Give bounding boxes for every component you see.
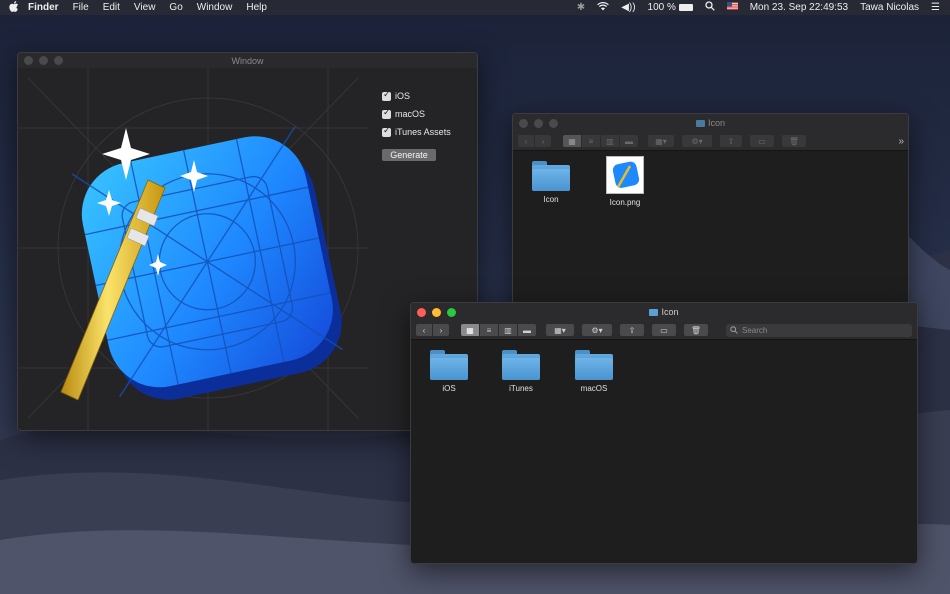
menu-go[interactable]: Go bbox=[169, 2, 182, 13]
option-ios[interactable]: iOS bbox=[382, 89, 451, 101]
search-icon bbox=[730, 326, 738, 334]
menu-view[interactable]: View bbox=[134, 2, 156, 13]
bluetooth-icon[interactable]: ✱ bbox=[577, 2, 585, 13]
back-button[interactable]: ‹ bbox=[518, 135, 534, 147]
option-label: iTunes Assets bbox=[395, 127, 451, 137]
item-label: macOS bbox=[580, 384, 608, 393]
menu-app-name[interactable]: Finder bbox=[28, 2, 59, 13]
apple-icon[interactable] bbox=[0, 0, 28, 15]
generate-button[interactable]: Generate bbox=[382, 149, 436, 161]
folder-icon bbox=[649, 309, 659, 317]
flag-icon[interactable] bbox=[726, 2, 738, 13]
toolbar-overflow-icon[interactable]: » bbox=[898, 136, 904, 147]
share-icon[interactable]: ⇧ bbox=[720, 135, 742, 147]
action-gear-icon[interactable]: ⚙▾ bbox=[582, 324, 612, 336]
file-area: Icon Icon.png bbox=[513, 151, 908, 312]
icon-generator-window: Window ✓ iOS ✓ macOS ✓ iTunes Assets Gen… bbox=[17, 52, 478, 431]
titlebar[interactable]: Window bbox=[18, 53, 477, 68]
group-by-button[interactable]: ▦▾ bbox=[648, 135, 674, 147]
search-placeholder: Search bbox=[742, 325, 768, 335]
zoom-button[interactable] bbox=[447, 307, 456, 317]
back-button[interactable]: ‹ bbox=[416, 324, 432, 336]
folder-icon bbox=[502, 350, 540, 380]
option-itunes-assets[interactable]: iTunes Assets bbox=[382, 125, 451, 137]
finder-window-icon-back: Icon ‹ › ▦ ≡ ▥ ▬ ▦▾ ⚙▾ ⇧ ▭ 🗑 » Icon Icon.… bbox=[512, 113, 909, 313]
zoom-button[interactable] bbox=[54, 56, 63, 65]
item-label: Icon.png bbox=[609, 198, 641, 207]
window-title: Icon bbox=[411, 307, 917, 317]
item-label: Icon bbox=[543, 195, 559, 204]
menu-window[interactable]: Window bbox=[197, 2, 233, 13]
wifi-icon[interactable] bbox=[597, 1, 610, 14]
volume-icon[interactable]: ◀)) bbox=[621, 2, 635, 13]
search-field[interactable]: Search bbox=[726, 323, 912, 337]
action-gear-icon[interactable]: ⚙▾ bbox=[682, 135, 712, 147]
new-folder-icon[interactable]: ▭ bbox=[652, 324, 676, 336]
group-by-button[interactable]: ▦▾ bbox=[546, 324, 574, 336]
titlebar[interactable]: Icon bbox=[411, 303, 917, 321]
list-item[interactable]: iOS bbox=[419, 350, 479, 393]
folder-icon bbox=[430, 350, 468, 380]
clock[interactable]: Mon 23. Sep 22:49:53 bbox=[750, 2, 848, 13]
menu-file[interactable]: File bbox=[73, 2, 89, 13]
item-label: iOS bbox=[442, 384, 456, 393]
gallery-view-button[interactable]: ▬ bbox=[620, 135, 638, 147]
close-button[interactable] bbox=[417, 307, 426, 317]
minimize-button[interactable] bbox=[39, 56, 48, 65]
trash-icon[interactable]: 🗑 bbox=[782, 135, 806, 147]
titlebar[interactable]: Icon bbox=[513, 114, 908, 132]
share-icon[interactable]: ⇧ bbox=[620, 324, 644, 336]
list-item[interactable]: iTunes bbox=[491, 350, 551, 393]
new-folder-icon[interactable]: ▭ bbox=[750, 135, 774, 147]
folder-icon bbox=[695, 120, 705, 128]
trash-icon[interactable]: 🗑 bbox=[684, 324, 708, 336]
itunes-assets-checkbox[interactable] bbox=[382, 125, 391, 137]
item-label: iTunes bbox=[509, 384, 533, 393]
list-view-button[interactable]: ≡ bbox=[582, 135, 600, 147]
option-label: iOS bbox=[395, 91, 411, 101]
menu-bar: Finder File Edit View Go Window Help ✱ ◀… bbox=[0, 0, 950, 15]
battery-status[interactable]: 100 % bbox=[648, 2, 693, 13]
spotlight-icon[interactable] bbox=[705, 1, 715, 14]
options-panel: iOS macOS iTunes Assets Generate bbox=[382, 89, 451, 163]
close-button[interactable] bbox=[24, 56, 33, 65]
zoom-button[interactable] bbox=[549, 118, 558, 128]
forward-button[interactable]: › bbox=[535, 135, 551, 147]
notification-center-icon[interactable]: ☰ bbox=[931, 2, 940, 13]
finder-window-icon-front: Icon ‹ › ▦ ≡ ▥ ▬ ▦▾ ⚙▾ ⇧ ▭ 🗑 Search iOS i… bbox=[410, 302, 918, 564]
list-item[interactable]: Icon bbox=[521, 161, 581, 204]
column-view-button[interactable]: ▥ bbox=[601, 135, 619, 147]
status-area: ✱ ◀)) 100 % Mon 23. Sep 22:49:53 Tawa Ni… bbox=[577, 1, 950, 14]
icon-preview bbox=[18, 68, 368, 430]
column-view-button[interactable]: ▥ bbox=[499, 324, 517, 336]
user-name[interactable]: Tawa Nicolas bbox=[860, 2, 919, 13]
ios-checkbox[interactable] bbox=[382, 89, 391, 101]
menu-edit[interactable]: Edit bbox=[103, 2, 120, 13]
finder-toolbar: ‹ › ▦ ≡ ▥ ▬ ▦▾ ⚙▾ ⇧ ▭ 🗑 Search bbox=[411, 321, 917, 340]
image-file-icon bbox=[606, 156, 644, 194]
window-title: Window bbox=[231, 55, 264, 66]
window-title: Icon bbox=[513, 118, 908, 128]
list-view-button[interactable]: ≡ bbox=[480, 324, 498, 336]
folder-icon bbox=[532, 161, 570, 191]
battery-icon bbox=[678, 3, 693, 11]
option-label: macOS bbox=[395, 109, 426, 119]
icon-view-button[interactable]: ▦ bbox=[461, 324, 479, 336]
icon-view-button[interactable]: ▦ bbox=[563, 135, 581, 147]
menu-help[interactable]: Help bbox=[246, 2, 267, 13]
file-area: iOS iTunes macOS bbox=[411, 340, 917, 563]
finder-toolbar: ‹ › ▦ ≡ ▥ ▬ ▦▾ ⚙▾ ⇧ ▭ 🗑 » bbox=[513, 132, 908, 151]
list-item[interactable]: Icon.png bbox=[595, 156, 655, 207]
minimize-button[interactable] bbox=[534, 118, 543, 128]
folder-icon bbox=[575, 350, 613, 380]
minimize-button[interactable] bbox=[432, 307, 441, 317]
forward-button[interactable]: › bbox=[433, 324, 449, 336]
gallery-view-button[interactable]: ▬ bbox=[518, 324, 536, 336]
list-item[interactable]: macOS bbox=[564, 350, 624, 393]
option-macos[interactable]: macOS bbox=[382, 107, 451, 119]
macos-checkbox[interactable] bbox=[382, 107, 391, 119]
close-button[interactable] bbox=[519, 118, 528, 128]
